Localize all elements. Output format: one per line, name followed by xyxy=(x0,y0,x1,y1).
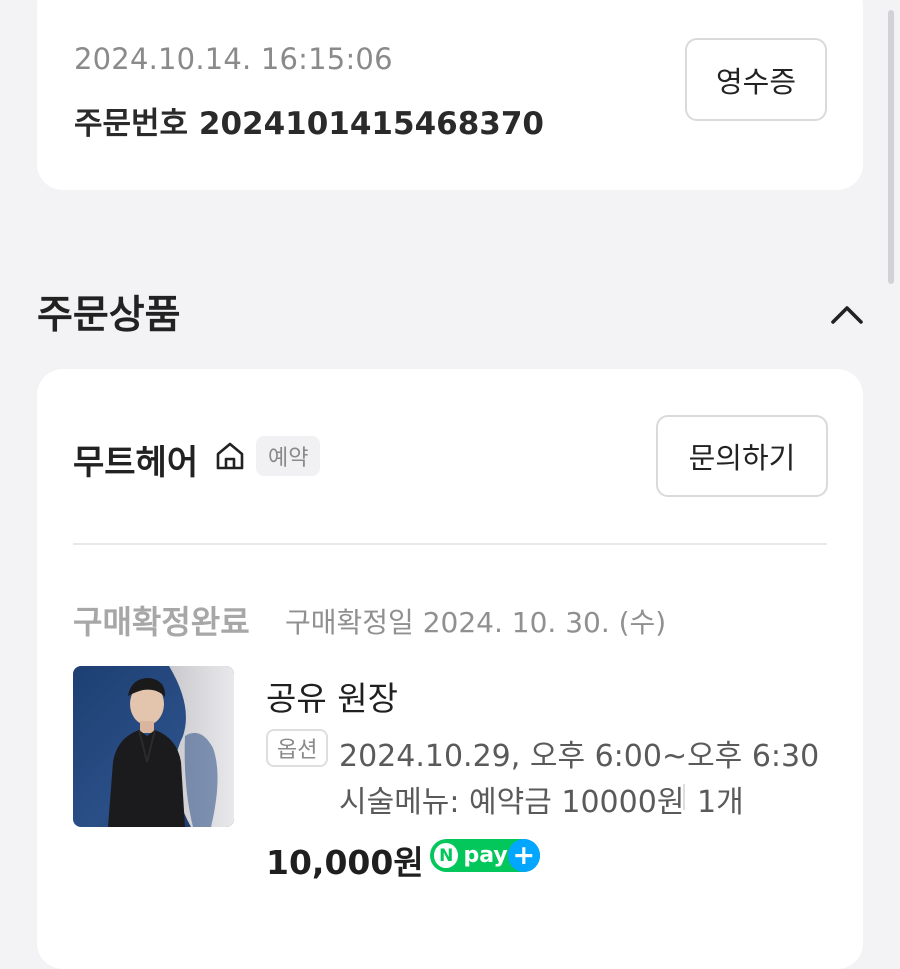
product-thumbnail[interactable] xyxy=(73,666,234,827)
npay-plus-logo: N pay + xyxy=(430,839,540,872)
option-badge: 옵션 xyxy=(266,729,329,767)
option-datetime: 2024.10.29, 오후 6:00~오후 6:30 xyxy=(339,739,820,774)
inquiry-button[interactable]: 문의하기 xyxy=(656,415,828,497)
section-title: 주문상품 xyxy=(37,293,181,338)
option-menu: 시술메뉴: 예약금 10000원 xyxy=(339,785,685,820)
product-name[interactable]: 공유 원장 xyxy=(266,672,398,720)
order-summary-card: 2024.10.14. 16:15:06 주문번호 20241014154683… xyxy=(37,0,863,190)
npay-text: pay xyxy=(463,843,508,868)
product-quantity: 1개 xyxy=(697,785,744,820)
scrollbar[interactable] xyxy=(888,10,894,284)
purchase-confirm-date: 구매확정일 2024. 10. 30. (수) xyxy=(285,606,667,639)
divider xyxy=(73,543,827,545)
order-datetime: 2024.10.14. 16:15:06 xyxy=(74,42,393,76)
npay-n-icon: N xyxy=(434,843,459,868)
separator xyxy=(683,784,685,810)
plus-icon: + xyxy=(507,839,540,872)
shop-name[interactable]: 무트헤어 xyxy=(73,435,198,484)
home-icon xyxy=(216,442,244,470)
product-price: 10,000원 xyxy=(266,843,424,882)
receipt-button[interactable]: 영수증 xyxy=(685,38,827,121)
reservation-badge: 예약 xyxy=(256,436,321,476)
chevron-up-icon[interactable] xyxy=(828,298,866,328)
order-product-card: 무트헤어 예약 문의하기 구매확정완료 구매확정일 2024. 10. 30. … xyxy=(37,369,863,969)
purchase-status: 구매확정완료 xyxy=(73,603,250,641)
order-number: 주문번호 2024101415468370 xyxy=(74,106,544,142)
